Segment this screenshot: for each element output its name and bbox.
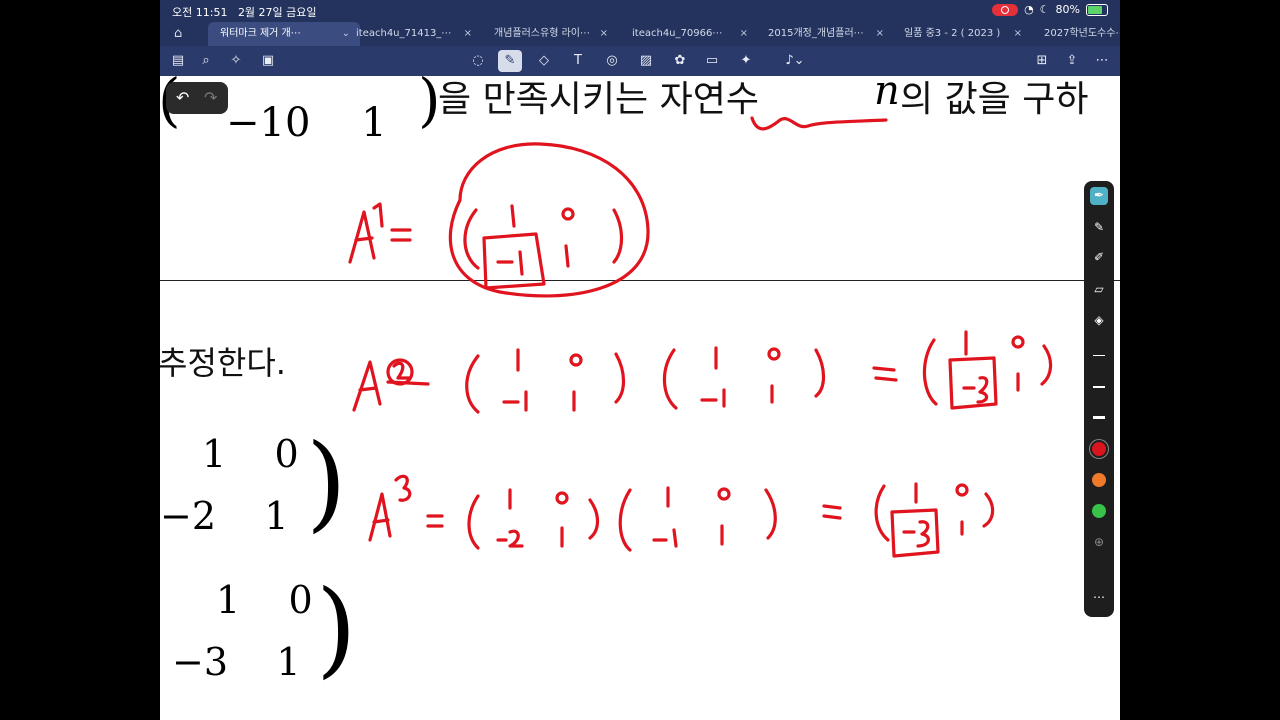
ink-A2 [352, 360, 382, 412]
ink-paren [814, 348, 826, 398]
ink-paren-left [463, 208, 480, 270]
ipad-screen: 오전 11:51 2월 27일 금요일 ◔ ☾ 80% ⌂ 워터마크 제거 개⋯… [160, 0, 1120, 720]
ink-paren-right [612, 208, 624, 264]
ink-zero [561, 207, 575, 221]
ink-paren [465, 354, 480, 414]
ink-paren [1040, 344, 1053, 386]
ink-mat-c [496, 488, 524, 548]
ink-zero [569, 353, 583, 367]
ink-zero [1011, 335, 1025, 349]
color-swatch-green[interactable] [1092, 504, 1106, 518]
ink-mat-d [652, 486, 678, 548]
ink-equals-2 [386, 380, 430, 386]
ink-exp2 [392, 361, 412, 380]
ink-minus-two [962, 376, 989, 404]
stroke-thin[interactable] [1093, 355, 1105, 356]
more-options-icon[interactable]: ⋯ [1091, 589, 1107, 605]
ink-box [948, 356, 998, 410]
ink-paren [618, 488, 632, 552]
ink-paren [922, 338, 938, 406]
ballpoint-pen-icon[interactable]: ✎ [1091, 219, 1107, 235]
undo-redo-control: ↶ ↷ [166, 82, 228, 114]
ink-A1 [348, 210, 376, 264]
ink-exp1 [372, 202, 384, 228]
handwriting-layer [348, 116, 1053, 558]
ink-zero [717, 487, 731, 501]
stroke-medium[interactable] [1093, 386, 1105, 388]
ink-paren [614, 352, 626, 404]
redo-icon[interactable]: ↷ [204, 88, 217, 107]
ink-A3 [368, 492, 392, 542]
color-swatch-orange[interactable] [1092, 473, 1106, 487]
ink-mat-b [700, 346, 726, 408]
ink-paren [874, 484, 890, 542]
ink-paren [467, 494, 480, 550]
ink-box [482, 232, 546, 290]
brush-pen-icon[interactable]: ✐ [1091, 249, 1107, 265]
ink-equals [822, 504, 842, 520]
ink-equals [872, 366, 898, 382]
ink-equals [390, 228, 412, 242]
ink-paren [982, 492, 995, 528]
ink-exp3 [394, 474, 412, 502]
undo-icon[interactable]: ↶ [176, 88, 189, 107]
ink-zero [767, 347, 781, 361]
pen-toolbox: ✒ ✎ ✐ ▱ ◈ ⊕ ⋯ [1084, 181, 1114, 617]
ink-minus-one [496, 250, 524, 276]
shape-tool-icon[interactable]: ◈ [1091, 312, 1107, 328]
ink-one [510, 204, 516, 228]
ink-zero [955, 483, 969, 497]
add-color-icon[interactable]: ⊕ [1091, 534, 1107, 550]
highlighter-icon[interactable]: ▱ [1091, 281, 1107, 297]
ink-zero [555, 491, 569, 505]
color-swatch-red[interactable] [1092, 442, 1106, 456]
ink-paren [764, 488, 777, 540]
ink-one-2 [564, 244, 570, 268]
stroke-thick[interactable] [1093, 416, 1105, 419]
ink-equals [426, 514, 444, 528]
ink-underline [750, 116, 888, 131]
ink-minus-three [902, 520, 930, 548]
ink-paren [588, 498, 600, 540]
fountain-pen-icon[interactable]: ✒ [1090, 187, 1108, 205]
ink-paren [662, 348, 678, 410]
ink-mat-a [502, 348, 528, 412]
